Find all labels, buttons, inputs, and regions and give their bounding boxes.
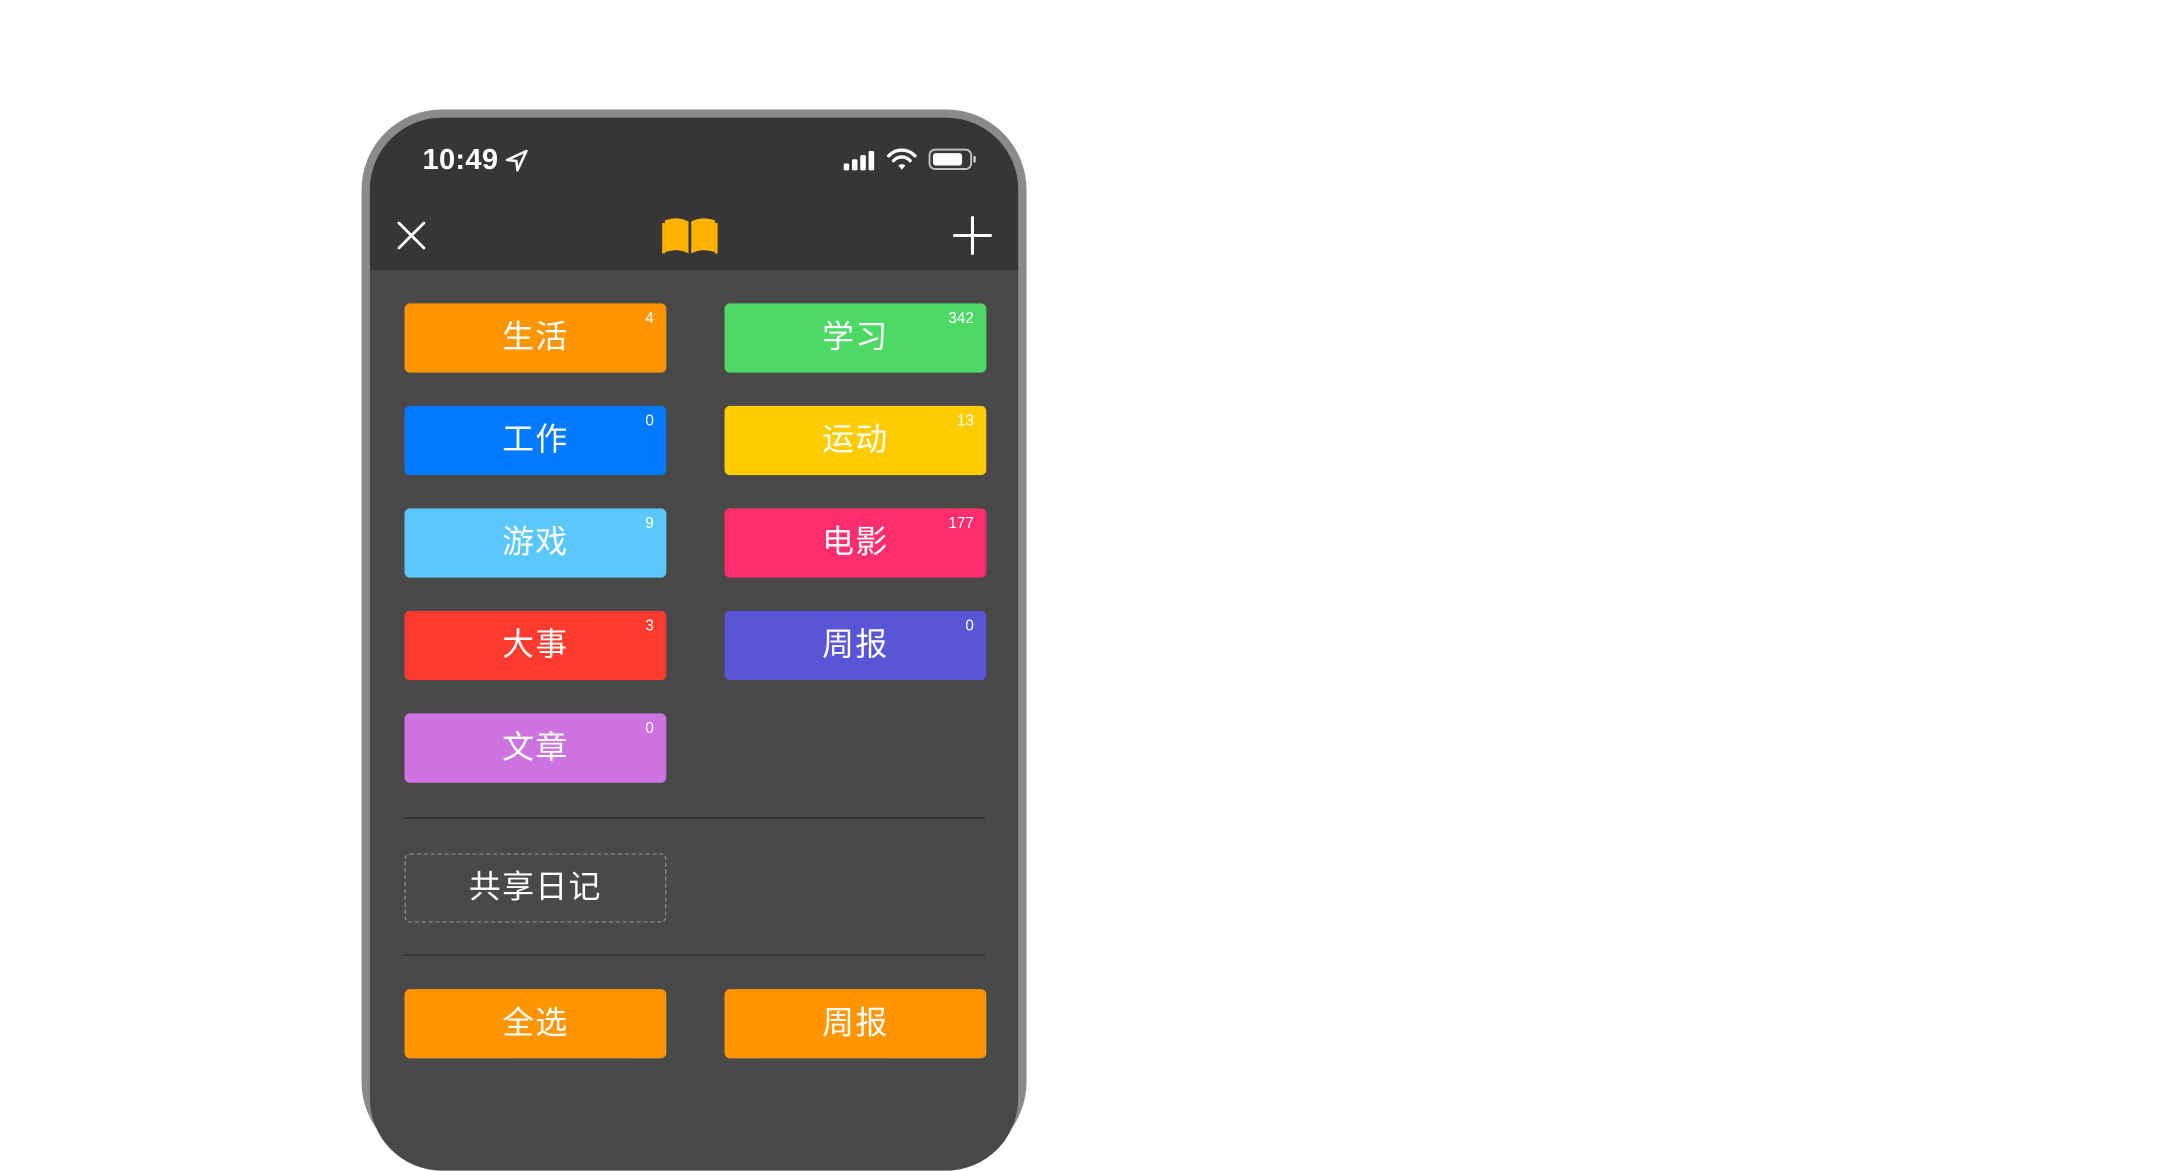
phone-frame: 10:49 生活 4 学习 342 工作 0 运动 13 游戏 9 电影 177…	[361, 109, 1027, 1171]
section-divider	[404, 954, 985, 956]
category-tile-7[interactable]: 周报 0	[724, 610, 987, 681]
category-tile-6[interactable]: 大事 3	[404, 610, 667, 681]
section-divider	[404, 817, 985, 819]
category-count: 177	[948, 515, 974, 532]
shared-diary-button[interactable]: 共享日记	[404, 853, 667, 923]
category-tile-0[interactable]: 生活 4	[404, 303, 667, 373]
phone-screen: 10:49 生活 4 学习 342 工作 0 运动 13 游戏 9 电影 177…	[369, 117, 1019, 1171]
category-count: 0	[645, 720, 654, 737]
select-all-button[interactable]: 全选	[404, 989, 667, 1059]
category-tile-1[interactable]: 学习 342	[724, 303, 987, 373]
category-tile-8[interactable]: 文章 0	[404, 713, 667, 783]
category-label: 游戏	[502, 525, 569, 562]
category-tile-3[interactable]: 运动 13	[724, 405, 987, 476]
category-label: 生活	[502, 320, 569, 357]
category-tile-4[interactable]: 游戏 9	[404, 508, 667, 578]
category-count: 0	[965, 617, 974, 635]
category-label: 运动	[822, 422, 889, 459]
open-book-icon	[662, 218, 718, 254]
action-label: 全选	[502, 1005, 569, 1042]
shared-diary-label: 共享日记	[468, 869, 602, 906]
category-count: 342	[948, 310, 974, 327]
category-tile-5[interactable]: 电影 177	[724, 508, 987, 578]
plus-icon[interactable]	[952, 215, 994, 257]
category-label: 周报	[822, 627, 889, 664]
close-icon[interactable]	[393, 217, 429, 253]
action-label: 周报	[822, 1005, 889, 1042]
category-tile-2[interactable]: 工作 0	[404, 405, 667, 476]
category-count: 0	[645, 412, 654, 430]
battery-icon	[928, 148, 976, 170]
category-label: 工作	[502, 422, 569, 459]
wifi-icon	[887, 148, 917, 170]
category-count: 4	[645, 310, 654, 327]
category-count: 3	[645, 617, 654, 635]
content-area: 生活 4 学习 342 工作 0 运动 13 游戏 9 电影 177 大事 3 …	[370, 270, 1018, 1170]
category-count: 9	[645, 515, 654, 532]
location-arrow-icon	[505, 149, 528, 172]
category-label: 学习	[822, 320, 889, 357]
category-label: 大事	[502, 627, 569, 664]
top-bar: 10:49	[369, 117, 1019, 271]
weekly-report-button[interactable]: 周报	[724, 989, 987, 1059]
category-count: 13	[956, 412, 974, 430]
category-label: 电影	[822, 525, 889, 562]
category-label: 文章	[502, 730, 569, 767]
cellular-signal-icon	[843, 150, 875, 171]
status-time: 10:49	[422, 144, 499, 176]
